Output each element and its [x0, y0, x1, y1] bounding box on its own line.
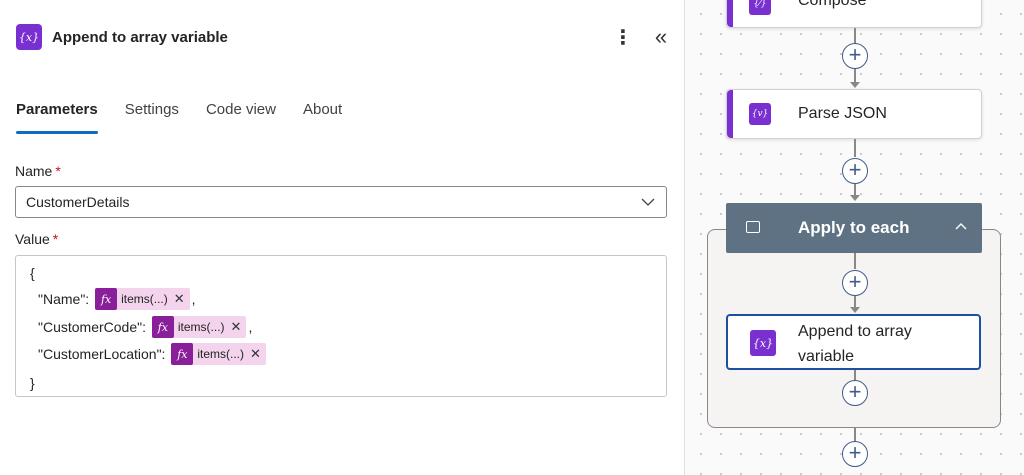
token-text: items(...) [121, 292, 168, 306]
node-accent-stripe [727, 0, 733, 27]
connector-line [854, 253, 856, 269]
tab-parameters[interactable]: Parameters [16, 98, 98, 134]
compose-label: Compose [798, 0, 867, 9]
variable-icon: {x} [16, 24, 42, 50]
required-mark: * [55, 163, 61, 179]
value-field-label: Value * [15, 231, 58, 247]
add-action-button[interactable]: + [842, 158, 868, 184]
arrow-down-icon [850, 82, 860, 88]
arrow-down-icon [850, 195, 860, 201]
flow-canvas[interactable]: {⁄} Compose + {v} Parse JSON + Apply to … [685, 0, 1024, 475]
expression-token[interactable]: fx items(...) ✕ [95, 288, 190, 310]
add-action-button[interactable]: + [842, 441, 868, 467]
tab-settings[interactable]: Settings [125, 98, 179, 134]
panel-title[interactable]: Append to array variable [52, 29, 228, 46]
chevron-down-icon [641, 198, 655, 206]
tab-code-view[interactable]: Code view [206, 98, 276, 134]
code-line-customer-location: "CustomerLocation": fx items(...) ✕ [38, 343, 268, 365]
collapse-panel-button[interactable]: « [650, 24, 672, 50]
json-key: "CustomerCode": [38, 319, 150, 335]
variable-icon: {x} [750, 330, 776, 356]
name-field-label: Name * [15, 163, 61, 179]
append-to-array-label: Append to array variable [798, 323, 912, 365]
required-mark: * [52, 231, 59, 247]
parse-json-icon: {v} [749, 103, 771, 125]
json-key: "CustomerLocation": [38, 346, 170, 362]
compose-node[interactable]: {⁄} Compose [726, 0, 982, 28]
open-brace: { [30, 265, 35, 281]
json-key: "Name": [38, 291, 94, 307]
remove-token-icon[interactable]: ✕ [229, 319, 247, 335]
remove-token-icon[interactable]: ✕ [172, 291, 190, 307]
name-label-text: Name [15, 163, 53, 179]
parse-json-node[interactable]: {v} Parse JSON [726, 89, 982, 139]
separator: , [248, 319, 253, 335]
node-accent-stripe [727, 90, 733, 138]
close-brace: } [30, 375, 35, 391]
loop-icon [746, 221, 760, 233]
value-label-text: Value [15, 231, 50, 247]
expression-token[interactable]: fx items(...) ✕ [171, 343, 266, 365]
panel-tabs: Parameters Settings Code view About [16, 98, 369, 134]
arrow-down-icon [850, 307, 860, 313]
code-line-name: "Name": fx items(...) ✕ , [38, 288, 196, 310]
add-action-button[interactable]: + [842, 43, 868, 69]
remove-token-icon[interactable]: ✕ [248, 346, 266, 362]
app-root: {x} Append to array variable ⋮ « Paramet… [0, 0, 1024, 475]
fx-icon: fx [151, 316, 174, 338]
apply-to-each-title: Apply to each [798, 218, 910, 237]
fx-icon: fx [95, 288, 118, 310]
add-action-button[interactable]: + [842, 270, 868, 296]
token-text: items(...) [177, 320, 225, 334]
fx-icon: fx [171, 343, 194, 365]
name-dropdown[interactable]: CustomerDetails [15, 186, 667, 218]
add-action-button[interactable]: + [842, 380, 868, 406]
compose-icon: {⁄} [749, 0, 771, 15]
token-text: items(...) [197, 347, 245, 361]
parse-json-label: Parse JSON [798, 105, 887, 122]
action-details-panel: {x} Append to array variable ⋮ « Paramet… [0, 0, 684, 475]
code-line-customer-code: "CustomerCode": fx items(...) ✕ , [38, 316, 252, 338]
value-editor[interactable]: { "Name": fx items(...) ✕ , "CustomerCod… [15, 255, 667, 397]
apply-to-each-header[interactable]: Apply to each [726, 203, 982, 253]
more-options-button[interactable]: ⋮ [613, 24, 633, 50]
expression-token[interactable]: fx items(...) ✕ [151, 316, 247, 338]
name-dropdown-value: CustomerDetails [26, 194, 130, 210]
panel-header: {x} Append to array variable [16, 24, 228, 50]
connector-line [854, 69, 856, 83]
tab-about[interactable]: About [303, 98, 342, 134]
separator: , [191, 291, 196, 307]
chevron-up-icon[interactable] [953, 219, 969, 235]
connector-line [854, 139, 856, 157]
append-to-array-node[interactable]: {x} Append to array variable [726, 314, 981, 370]
